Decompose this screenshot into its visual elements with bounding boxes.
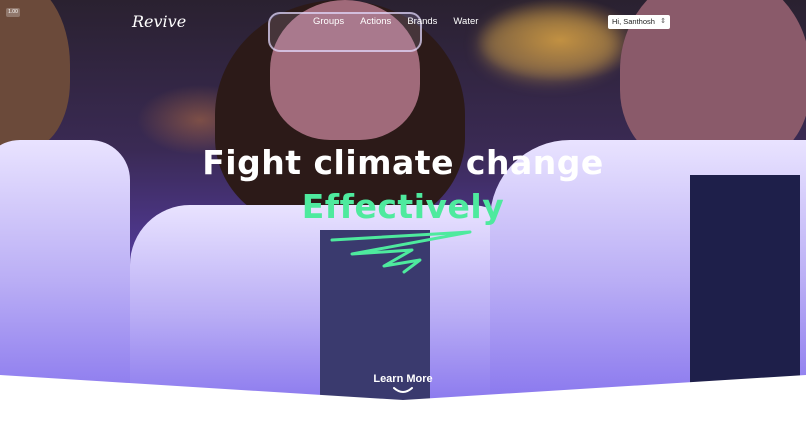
nav-link-brands[interactable]: Brands [407,16,437,27]
user-menu-select[interactable]: Hi, Santhosh ⇕ [608,15,670,29]
hero-section: 1.00 Revive Groups Actions Brands Water … [0,0,806,425]
user-menu-value: Hi, Santhosh [612,17,655,26]
nav-link-water[interactable]: Water [453,16,478,27]
nav-link-groups[interactable]: Groups [313,16,344,27]
hero-subline: Effectively [301,187,505,226]
select-arrows-icon: ⇕ [660,18,666,25]
brand-logo[interactable]: Revive [132,12,186,31]
nav-links: Groups Actions Brands Water [313,16,494,27]
chevron-down-icon[interactable] [393,387,413,396]
hero-headline: Fight climate change [202,143,604,182]
squiggle-underline-icon [330,230,472,274]
version-badge: 1.00 [6,8,20,17]
nav-link-actions[interactable]: Actions [360,16,391,27]
top-nav: 1.00 Revive Groups Actions Brands Water … [0,0,806,44]
learn-more-link[interactable]: Learn More [0,373,806,385]
